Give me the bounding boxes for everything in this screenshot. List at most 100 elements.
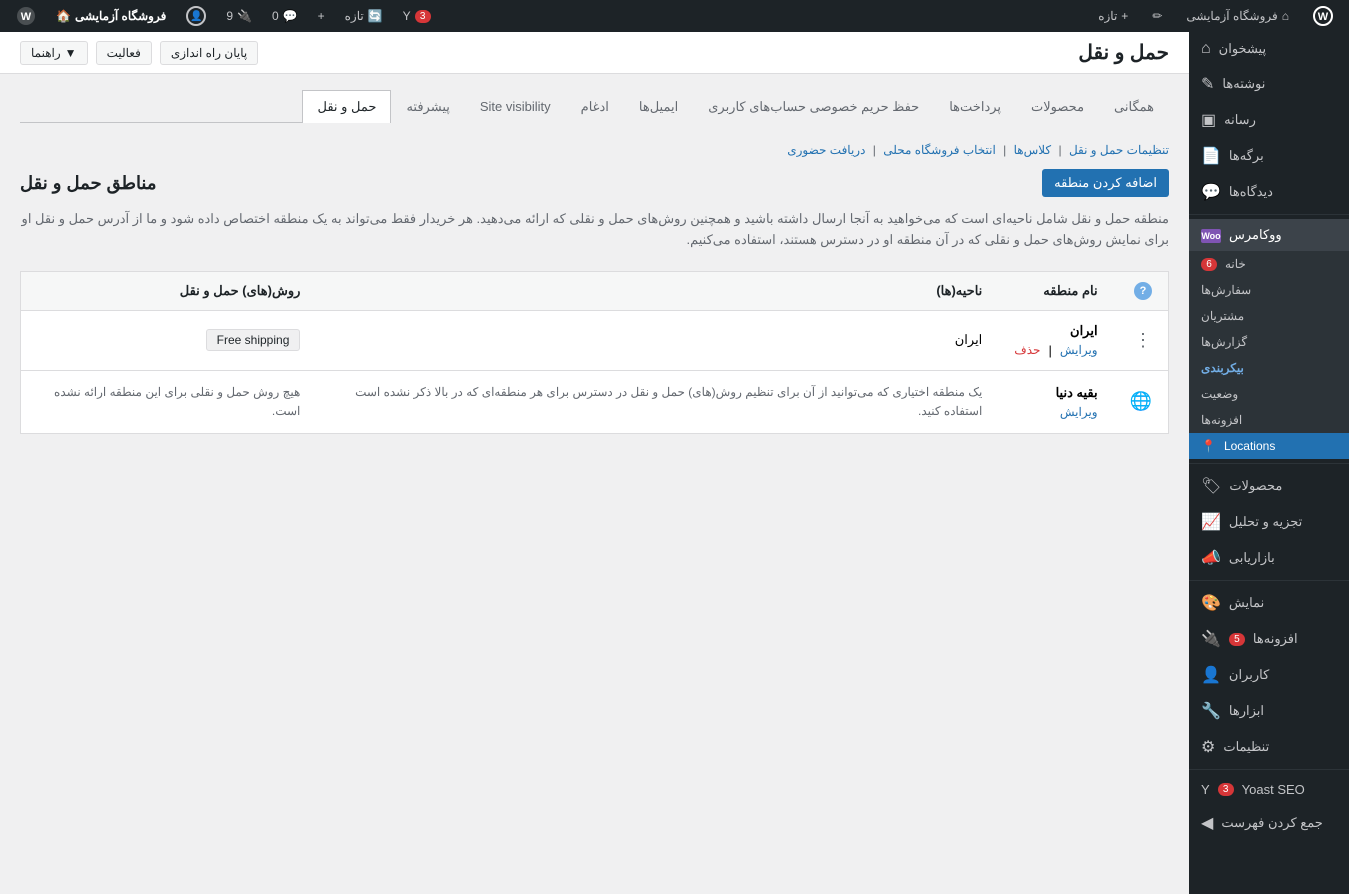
activity-button[interactable]: فعالیت <box>96 41 152 65</box>
yoast-icon: Y <box>403 9 411 23</box>
row-methods-cell: Free shipping <box>21 310 317 370</box>
breadcrumb-local-store[interactable]: انتخاب فروشگاه محلی <box>883 143 996 157</box>
guide-arrow-icon: ▼ <box>65 46 77 60</box>
sidebar-item-settings[interactable]: تنظیمات ⚙ <box>1189 729 1349 765</box>
woo-logo-icon: Woo <box>1201 227 1221 243</box>
tab-integration[interactable]: ادغام <box>566 90 624 123</box>
sidebar-subitem-customers[interactable]: مشتریان <box>1189 303 1349 329</box>
guide-button[interactable]: ▼ راهنما <box>20 41 88 65</box>
sidebar-subitem-orders[interactable]: سفارش‌ها <box>1189 277 1349 303</box>
adminbar-yoast[interactable]: 3 Y <box>395 0 439 32</box>
dashboard-icon: ⌂ <box>1201 40 1211 58</box>
setup-wizard-button[interactable]: پایان راه اندازی <box>160 41 258 65</box>
zone-delete-link[interactable]: حذف <box>1014 343 1040 358</box>
sidebar-item-users[interactable]: کاربران 👤 <box>1189 657 1349 693</box>
users-icon: 👤 <box>1201 665 1221 685</box>
remaining-zone-edit-link[interactable]: ویرایش <box>1060 405 1098 419</box>
sidebar-label-analytics: تجزیه و تحلیل <box>1229 514 1302 530</box>
yoast-badge: 3 <box>415 10 431 23</box>
zone-edit-link[interactable]: ویرایش <box>1060 343 1098 358</box>
sidebar-subitem-extensions[interactable]: افزونه‌ها <box>1189 407 1349 433</box>
table-row: ⋮ ایران ویرایش | حذف ایران <box>21 310 1169 370</box>
adminbar-add[interactable]: + <box>310 0 333 32</box>
adminbar-wp-logo[interactable]: W <box>8 0 44 32</box>
posts-icon: ✎ <box>1201 74 1214 94</box>
tools-icon: 🔧 <box>1201 701 1221 721</box>
tab-emails[interactable]: ایمیل‌ها <box>624 90 693 123</box>
sidebar-label-plugins: افزونه‌ها <box>1253 631 1298 647</box>
tab-general[interactable]: همگانی <box>1099 90 1169 123</box>
main-content: همگانی محصولات پرداخت‌ها حفظ حریم خصوصی … <box>0 74 1189 450</box>
settings-icon: ⚙ <box>1201 737 1215 757</box>
remaining-icon-cell: 🌐 <box>1114 370 1169 433</box>
sidebar-label-appearance: نمایش <box>1229 595 1264 611</box>
adminbar-new[interactable]: + تازه <box>1090 0 1136 32</box>
site-name-text: فروشگاه آزمایشی <box>1186 9 1277 23</box>
sidebar-label-settings: بیکربندی <box>1201 361 1244 375</box>
section-header: اضافه کردن منطقه مناطق حمل و نقل <box>20 169 1169 197</box>
sidebar-item-pages[interactable]: برگه‌ها 📄 <box>1189 138 1349 174</box>
sidebar-item-plugins[interactable]: افزونه‌ها 5 🔌 <box>1189 621 1349 657</box>
sidebar-item-woocommerce[interactable]: ووکامرس Woo <box>1189 219 1349 251</box>
tab-advanced[interactable]: پیشرفته <box>391 90 464 123</box>
new-label: تازه <box>1098 9 1117 23</box>
sidebar-subitem-home[interactable]: خانه 6 <box>1189 251 1349 277</box>
sidebar-subitem-settings[interactable]: بیکربندی <box>1189 355 1349 381</box>
sidebar-label-pages: برگه‌ها <box>1229 148 1264 164</box>
add-zone-button[interactable]: اضافه کردن منطقه <box>1042 169 1169 197</box>
row-icon-cell: ⋮ <box>1114 310 1169 370</box>
sidebar-item-appearance[interactable]: نمایش 🎨 <box>1189 585 1349 621</box>
tab-site-visibility[interactable]: Site visibility <box>465 90 566 123</box>
adminbar-user-avatar[interactable]: 👤 <box>178 0 214 32</box>
sidebar-subitem-locations[interactable]: Locations 📍 <box>1189 433 1349 459</box>
customize-icon: ✏ <box>1152 9 1162 23</box>
adminbar-customize[interactable]: ✏ <box>1144 0 1170 32</box>
adminbar-updates[interactable]: 🔄 تازه <box>337 0 391 32</box>
sidebar-item-marketing[interactable]: بازاریابی 📣 <box>1189 540 1349 576</box>
sidebar-label-collapse: جمع کردن فهرست <box>1221 815 1322 831</box>
zone-name: ایران <box>1070 323 1098 339</box>
sidebar-item-collapse[interactable]: جمع کردن فهرست ◀ <box>1189 805 1349 841</box>
sidebar-subitem-status[interactable]: وضعیت <box>1189 381 1349 407</box>
help-icon[interactable]: ? <box>1134 282 1152 300</box>
plugins-icon: 🔌 <box>1201 629 1221 649</box>
zone-actions: ویرایش | حذف <box>1014 343 1097 358</box>
row-drag-handle-icon[interactable]: ⋮ <box>1134 330 1152 350</box>
sidebar-item-analytics[interactable]: تجزیه و تحلیل 📈 <box>1189 504 1349 540</box>
breadcrumb-classes[interactable]: کلاس‌ها <box>1014 143 1052 157</box>
adminbar-wp-icon[interactable]: W <box>1305 0 1341 32</box>
zone-name-wrapper: ایران <box>1014 323 1097 339</box>
sidebar-item-products[interactable]: محصولات 🏷 <box>1189 468 1349 504</box>
tab-accounts[interactable]: حفظ حریم خصوصی حساب‌های کاربری <box>693 90 934 123</box>
products-icon: 🏷 <box>1201 476 1221 496</box>
adminbar-comments[interactable]: 💬 0 <box>264 0 306 32</box>
yoast-menu-icon: Y <box>1201 782 1210 797</box>
tab-shipping[interactable]: حمل و نقل <box>302 90 391 123</box>
sidebar-item-posts[interactable]: نوشته‌ها ✎ <box>1189 66 1349 102</box>
table-row-remaining: 🌐 بقیه دنیا ویرایش یک منطقه اختیاری که م… <box>21 370 1169 433</box>
menu-separator-4 <box>1189 769 1349 770</box>
sidebar-item-yoast[interactable]: Yoast SEO 3 Y <box>1189 774 1349 805</box>
media-icon: ▣ <box>1201 110 1216 130</box>
sidebar-item-tools[interactable]: ابزارها 🔧 <box>1189 693 1349 729</box>
adminbar-site-name[interactable]: ⌂ فروشگاه آزمایشی <box>1178 0 1297 32</box>
remaining-regions-cell: یک منطقه اختیاری که می‌توانید از آن برای… <box>316 370 998 433</box>
menu-separator-2 <box>1189 463 1349 464</box>
adminbar-site-link[interactable]: فروشگاه آزمایشی 🏠 <box>48 0 174 32</box>
tab-payments[interactable]: پرداخت‌ها <box>934 90 1016 123</box>
site-home-icon: 🏠 <box>56 9 71 23</box>
adminbar-plugin-updates[interactable]: 🔌 9 <box>218 0 260 32</box>
breadcrumb-pickup[interactable]: دریافت حضوری <box>787 143 865 157</box>
breadcrumb-shipping-settings[interactable]: تنظیمات حمل و نقل <box>1069 143 1169 157</box>
sidebar-label-extensions: افزونه‌ها <box>1201 413 1242 427</box>
sidebar-subitem-reports[interactable]: گزارش‌ها <box>1189 329 1349 355</box>
tab-products[interactable]: محصولات <box>1016 90 1099 123</box>
sidebar-item-media[interactable]: رسانه ▣ <box>1189 102 1349 138</box>
collapse-icon: ◀ <box>1201 813 1213 833</box>
sidebar-item-dashboard[interactable]: پیشخوان ⌂ <box>1189 32 1349 66</box>
sidebar-item-comments[interactable]: دیدگاه‌ها 💬 <box>1189 174 1349 210</box>
page-header-bar: حمل و نقل پایان راه اندازی فعالیت ▼ راهن… <box>0 32 1189 74</box>
avatar-circle: 👤 <box>186 6 206 26</box>
sidebar-label-general-settings: تنظیمات <box>1223 739 1269 755</box>
table-body: ⋮ ایران ویرایش | حذف ایران <box>21 310 1169 433</box>
